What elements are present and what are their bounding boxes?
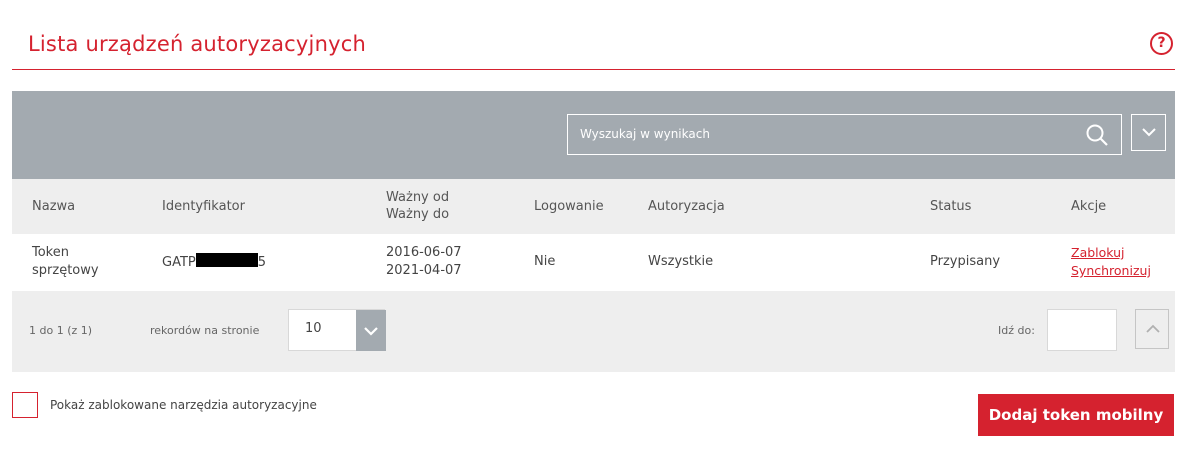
cell-name-line1: Token [32, 245, 69, 260]
cell-actions: Zablokuj Synchronizuj [1071, 244, 1151, 280]
table-row: Token sprzętowy GATP 5 2016-06-07 2021-04… [12, 234, 1175, 291]
col-login[interactable]: Logowanie [534, 198, 604, 215]
cell-name: Token sprzętowy [32, 244, 99, 280]
search-placeholder: Wyszukaj w wynikach [580, 127, 710, 141]
goto-label: Idź do: [998, 324, 1035, 337]
cell-valid-from: 2016-06-07 [386, 245, 462, 260]
per-page-label: rekordów na stronie [150, 324, 260, 337]
expand-filters-button[interactable] [1131, 114, 1166, 151]
show-blocked-label: Pokaż zablokowane narzędzia autoryzacyjn… [50, 398, 317, 412]
cell-login: Nie [534, 254, 556, 269]
redacted-block [195, 253, 258, 267]
table-toolbar: Wyszukaj w wynikach [12, 91, 1175, 179]
col-actions: Akcje [1071, 199, 1107, 214]
pagination-range: 1 do 1 (z 1) [29, 324, 93, 337]
goto-page-input[interactable] [1047, 309, 1117, 351]
block-link[interactable]: Zablokuj [1071, 244, 1151, 262]
chevron-down-icon [364, 327, 378, 336]
devices-panel: Wyszukaj w wynikach Nazwa Identyfikator … [12, 91, 1175, 372]
add-mobile-token-button[interactable]: Dodaj token mobilny [978, 394, 1174, 436]
search-icon[interactable] [1085, 123, 1109, 147]
col-authorization[interactable]: Autoryzacja [648, 198, 725, 215]
col-validity[interactable]: Ważny od Ważny do [386, 189, 449, 223]
cell-authorization: Wszystkie [648, 254, 714, 269]
search-input[interactable]: Wyszukaj w wynikach [567, 114, 1122, 155]
chevron-down-icon [1142, 128, 1156, 137]
col-valid-from: Ważny od [386, 190, 450, 205]
help-circle-icon[interactable]: ? [1150, 32, 1173, 55]
cell-name-line2: sprzętowy [32, 263, 99, 278]
pagination-bar: 1 do 1 (z 1) rekordów na stronie 10 Idź … [12, 291, 1175, 372]
identifier-suffix: 5 [257, 255, 267, 270]
page-title: Lista urządzeń autoryzacyjnych [28, 32, 366, 56]
identifier-prefix: GATP [162, 255, 196, 270]
page-header: Lista urządzeń autoryzacyjnych ? [12, 22, 1175, 70]
cell-identifier: GATP 5 [162, 253, 266, 272]
col-valid-to: Ważny do [386, 207, 450, 222]
cell-validity: 2016-06-07 2021-04-07 [386, 244, 462, 280]
per-page-value: 10 [305, 321, 322, 336]
per-page-select[interactable]: 10 [288, 309, 386, 351]
table-header: Nazwa Identyfikator Ważny od Ważny do Lo… [12, 179, 1175, 234]
col-identifier[interactable]: Identyfikator [162, 198, 245, 215]
chevron-up-icon [1146, 324, 1160, 333]
col-status[interactable]: Status [930, 198, 971, 215]
show-blocked-checkbox[interactable] [12, 392, 38, 418]
cell-status: Przypisany [930, 254, 1001, 269]
per-page-dropdown-button[interactable] [356, 310, 386, 351]
col-name[interactable]: Nazwa [32, 198, 75, 215]
cell-valid-to: 2021-04-07 [386, 263, 462, 278]
scroll-up-button[interactable] [1135, 309, 1169, 349]
synchronize-link[interactable]: Synchronizuj [1071, 262, 1151, 280]
